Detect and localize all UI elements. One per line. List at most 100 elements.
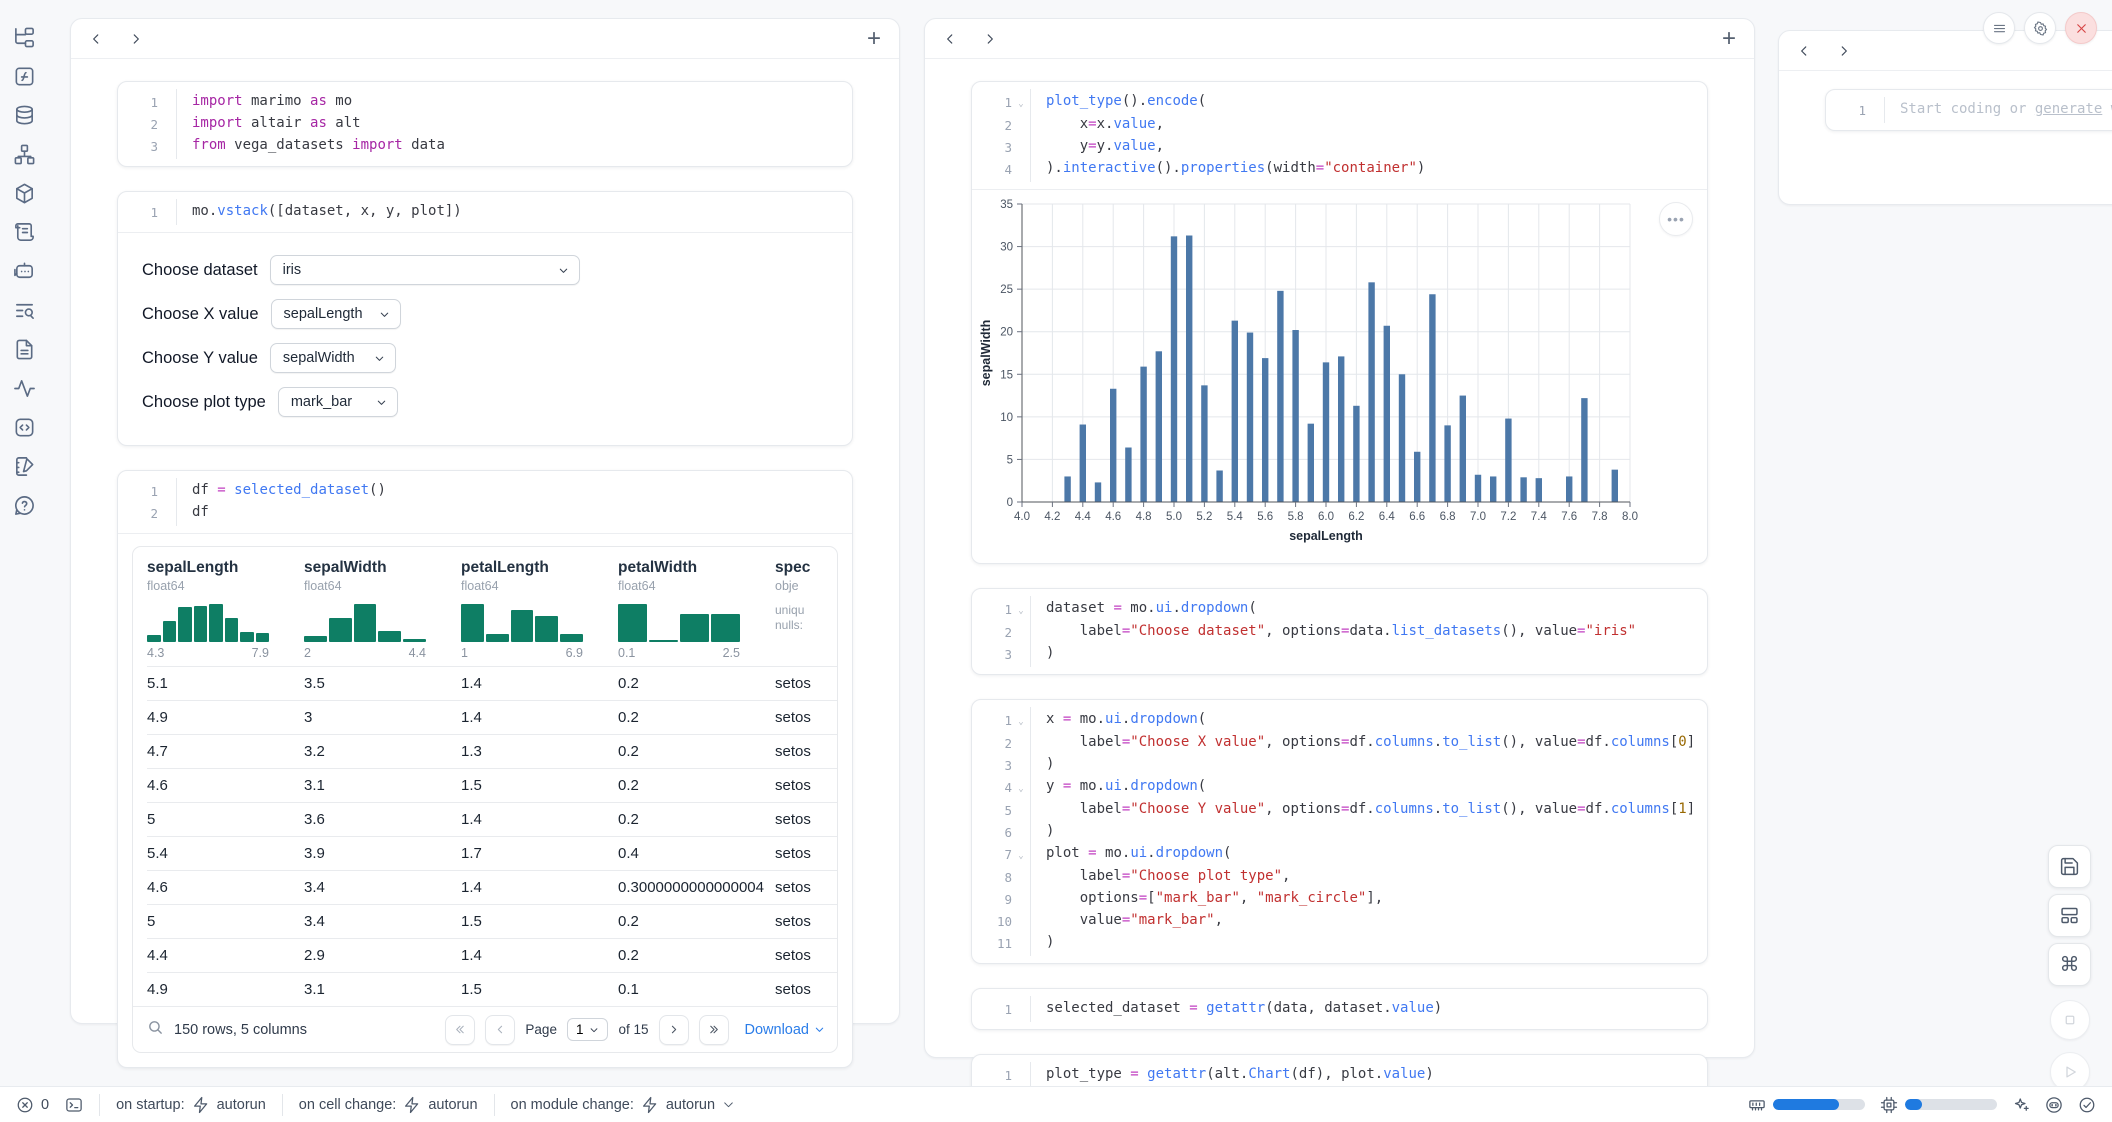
scratchpad-icon[interactable] — [11, 453, 38, 480]
cpu-usage[interactable] — [1880, 1096, 1997, 1114]
menu-icon[interactable] — [1983, 12, 2015, 44]
document-icon[interactable] — [11, 336, 38, 363]
forward-arrow-icon[interactable] — [129, 32, 143, 46]
scroll-icon[interactable] — [11, 219, 38, 246]
activity-bar — [0, 0, 48, 1122]
svg-text:4.8: 4.8 — [1136, 511, 1152, 523]
page-select[interactable]: 1 — [567, 1018, 609, 1041]
page-label: Page — [525, 1022, 557, 1037]
code-editor[interactable]: 1import marimo as mo2import altair as al… — [118, 82, 852, 166]
table-body: 5.13.51.40.2setos4.931.40.2setos4.73.21.… — [147, 666, 837, 1006]
file-tree-icon[interactable] — [11, 24, 38, 51]
table-row[interactable]: 4.73.21.30.2setos — [147, 734, 837, 768]
connection-status-icon[interactable] — [2078, 1096, 2096, 1114]
layout-icon[interactable] — [2048, 894, 2091, 937]
table-row[interactable]: 53.61.40.2setos — [147, 802, 837, 836]
table-row[interactable]: 4.93.11.50.1setos — [147, 972, 837, 1006]
table-row[interactable]: 53.41.50.2setos — [147, 904, 837, 938]
svg-text:4.0: 4.0 — [1014, 511, 1030, 523]
left-panel-header: + — [71, 19, 899, 59]
svg-text:6.0: 6.0 — [1318, 511, 1334, 523]
help-icon[interactable] — [11, 492, 38, 519]
table-row[interactable]: 5.43.91.70.4setos — [147, 836, 837, 870]
gear-icon[interactable] — [2024, 12, 2056, 44]
add-cell-button[interactable]: + — [1722, 27, 1736, 51]
code-editor[interactable]: 1selected_dataset = getattr(data, datase… — [972, 989, 1707, 1029]
svg-text:20: 20 — [1000, 327, 1013, 339]
next-page-button[interactable] — [659, 1015, 689, 1045]
dependency-graph-icon[interactable] — [11, 141, 38, 168]
download-link[interactable]: Download — [745, 1022, 826, 1038]
control-row: Choose plot type mark_bar — [142, 387, 836, 417]
table-row[interactable]: 4.42.91.40.2setos — [147, 938, 837, 972]
svg-text:4.6: 4.6 — [1105, 511, 1121, 523]
code-editor[interactable]: 1df = selected_dataset()2df — [118, 471, 852, 533]
function-square-icon[interactable] — [11, 63, 38, 90]
table-row[interactable]: 5.13.51.40.2setos — [147, 666, 837, 700]
column-header[interactable]: sepalWidthfloat6424.4 — [304, 559, 461, 666]
svg-text:7.8: 7.8 — [1592, 511, 1608, 523]
svg-text:7.6: 7.6 — [1561, 511, 1577, 523]
chart-menu-icon[interactable]: ••• — [1659, 202, 1693, 236]
error-count-badge[interactable]: 0 — [16, 1096, 49, 1114]
first-page-button[interactable] — [445, 1015, 475, 1045]
svg-text:7.0: 7.0 — [1470, 511, 1486, 523]
back-arrow-icon[interactable] — [89, 32, 103, 46]
on-startup-setting[interactable]: on startup: autorun — [116, 1096, 266, 1114]
dropdown-choose-plot-type[interactable]: mark_bar — [278, 387, 398, 417]
code-editor[interactable]: 1⌄x = mo.ui.dropdown(2 label="Choose X v… — [972, 700, 1707, 963]
control-label: Choose plot type — [142, 393, 266, 412]
table-row[interactable]: 4.63.11.50.2setos — [147, 768, 837, 802]
terminal-icon[interactable] — [65, 1096, 83, 1114]
code-editor[interactable]: 1⌄plot_type().encode(2 x=x.value,3 y=y.v… — [972, 82, 1707, 189]
zap-icon — [641, 1096, 659, 1114]
column-header[interactable]: petalLengthfloat6416.9 — [461, 559, 618, 666]
on-module-change-setting[interactable]: on module change: autorun — [511, 1096, 736, 1114]
chat-bot-icon[interactable] — [11, 258, 38, 285]
code-editor[interactable]: 1⌄dataset = mo.ui.dropdown(2 label="Choo… — [972, 589, 1707, 674]
table-row[interactable]: 4.931.40.2setos — [147, 700, 837, 734]
dropdown-choose-y-value[interactable]: sepalWidth — [270, 343, 396, 373]
forward-arrow-icon[interactable] — [1837, 44, 1851, 58]
save-icon[interactable] — [2048, 845, 2091, 888]
add-cell-button[interactable]: + — [867, 27, 881, 51]
table-summary: 150 rows, 5 columns — [174, 1022, 307, 1038]
notebook-panel-middle: + 1⌄plot_type().encode(2 x=x.value,3 y=y… — [924, 18, 1755, 1058]
search-icon[interactable] — [147, 1019, 164, 1040]
generate-link[interactable]: generate — [2035, 101, 2102, 117]
stop-icon[interactable] — [2050, 1000, 2090, 1040]
copilot-icon[interactable] — [2045, 1096, 2063, 1114]
code-editor[interactable]: 1mo.vstack([dataset, x, y, plot]) — [118, 192, 852, 232]
bar-chart[interactable]: 4.04.24.44.64.85.05.25.45.65.86.06.26.46… — [978, 196, 1707, 553]
column-header[interactable]: sepalLengthfloat644.37.9 — [147, 559, 304, 666]
prev-page-button[interactable] — [485, 1015, 515, 1045]
dropdown-choose-dataset[interactable]: iris — [270, 255, 580, 285]
svg-text:25: 25 — [1000, 284, 1013, 296]
ai-sparkles-icon[interactable] — [2012, 1096, 2030, 1114]
text-search-icon[interactable] — [11, 297, 38, 324]
svg-text:35: 35 — [1000, 199, 1013, 211]
svg-text:5.8: 5.8 — [1288, 511, 1304, 523]
svg-text:4.2: 4.2 — [1044, 511, 1060, 523]
memory-usage[interactable] — [1748, 1096, 1865, 1114]
side-actions: ⌘ — [2048, 845, 2091, 1092]
column-header[interactable]: specobjeuniqunulls: — [775, 559, 837, 666]
snippets-icon[interactable] — [11, 414, 38, 441]
on-cell-change-setting[interactable]: on cell change: autorun — [299, 1096, 478, 1114]
cell-dataset-dropdown: 1⌄dataset = mo.ui.dropdown(2 label="Choo… — [971, 588, 1708, 675]
code-editor[interactable]: 1 Start coding or generate with — [1826, 90, 2112, 130]
dropdown-choose-x-value[interactable]: sepalLength — [271, 299, 401, 329]
package-icon[interactable] — [11, 180, 38, 207]
back-arrow-icon[interactable] — [943, 32, 957, 46]
last-page-button[interactable] — [699, 1015, 729, 1045]
column-header[interactable]: petalWidthfloat640.12.5 — [618, 559, 775, 666]
close-icon[interactable] — [2065, 12, 2097, 44]
forward-arrow-icon[interactable] — [983, 32, 997, 46]
table-row[interactable]: 4.63.41.40.3000000000000004setos — [147, 870, 837, 904]
svg-text:6.8: 6.8 — [1440, 511, 1456, 523]
control-label: Choose X value — [142, 305, 259, 324]
activity-icon[interactable] — [11, 375, 38, 402]
keyboard-shortcuts-icon[interactable]: ⌘ — [2048, 943, 2091, 986]
back-arrow-icon[interactable] — [1797, 44, 1811, 58]
database-icon[interactable] — [11, 102, 38, 129]
